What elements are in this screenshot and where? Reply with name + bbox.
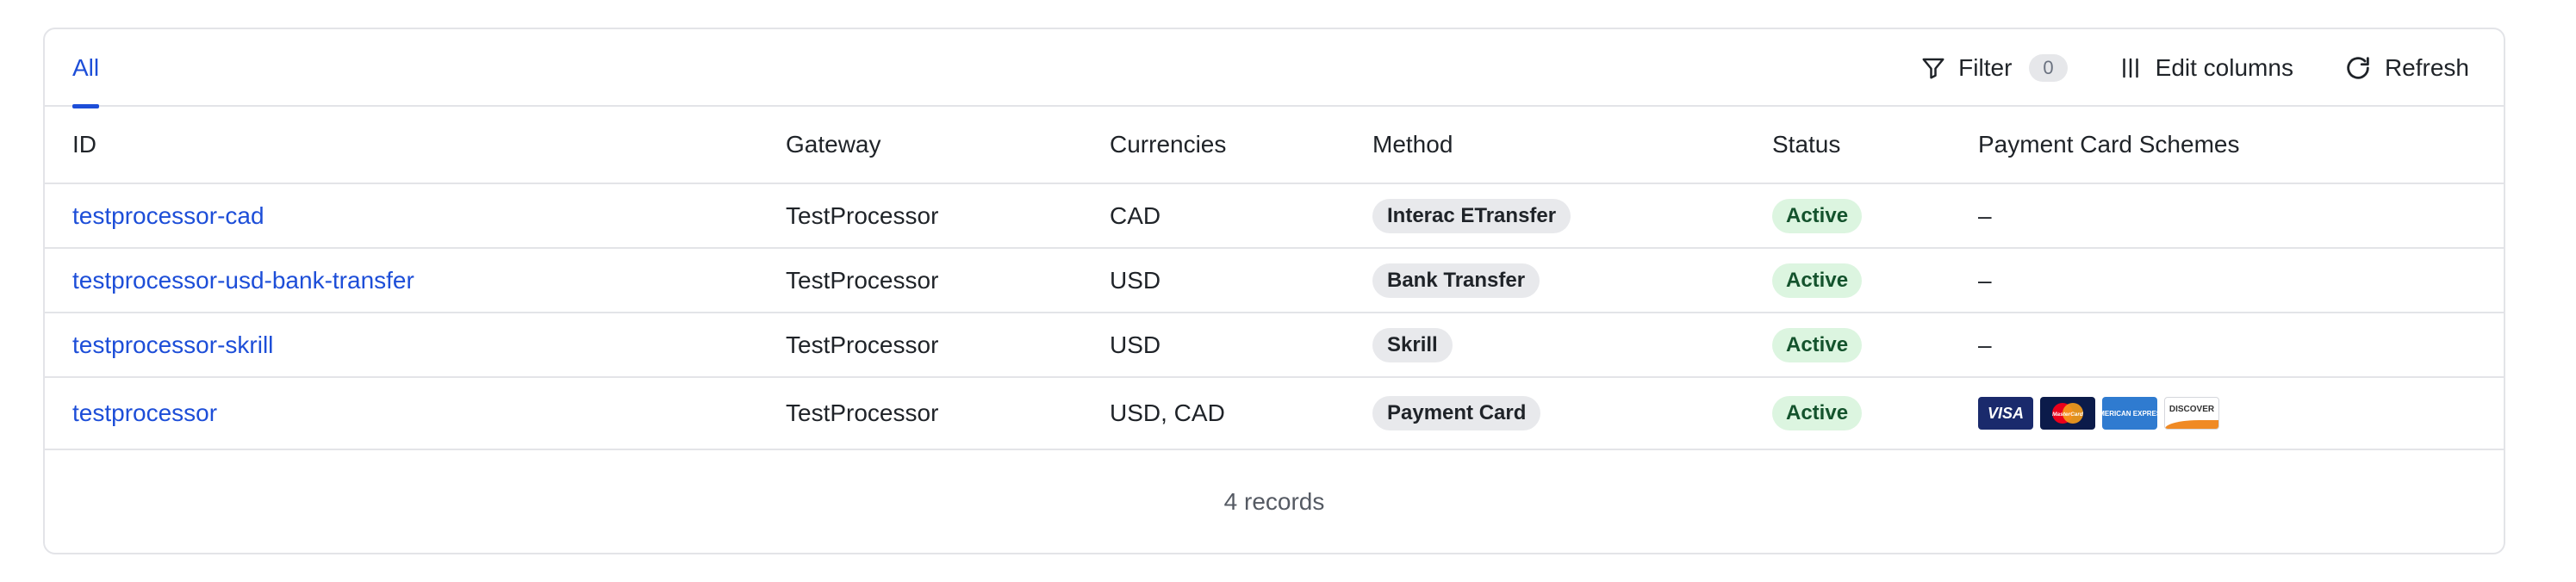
records-count: 4 records (1223, 488, 1325, 515)
column-header-card-schemes[interactable]: Payment Card Schemes (1978, 107, 2239, 183)
card-schemes-cell: – (1978, 266, 1992, 294)
amex-logo-icon: AMERICAN EXPRESS (2102, 397, 2157, 430)
processor-id-link[interactable]: testprocessor-skrill (72, 331, 273, 359)
method-pill: Interac ETransfer (1372, 198, 1571, 233)
refresh-icon (2343, 53, 2373, 83)
refresh-button[interactable]: Refresh (2343, 53, 2469, 83)
visa-logo-text: VISA (1987, 404, 2024, 422)
status-badge: Active (1772, 263, 1863, 298)
tab-all[interactable]: All (72, 29, 100, 108)
refresh-label: Refresh (2384, 54, 2469, 81)
toolbar: All Filter 0 Edit columns Refresh (45, 29, 2504, 108)
status-badge: Active (1772, 396, 1863, 430)
processors-table: ID Gateway Currencies Method Status Paym… (45, 107, 2504, 450)
processor-id-link[interactable]: testprocessor-usd-bank-transfer (72, 267, 414, 294)
table-row[interactable]: testprocessor-skrill TestProcessor USD S… (45, 313, 2504, 378)
processor-id-link[interactable]: testprocessor-cad (72, 202, 264, 230)
gateway-cell: TestProcessor (786, 399, 939, 426)
filter-label: Filter (1958, 54, 2013, 81)
method-pill: Bank Transfer (1372, 263, 1540, 298)
processor-id-link[interactable]: testprocessor (72, 399, 217, 427)
method-pill: Payment Card (1372, 396, 1541, 430)
mastercard-logo-text: MasterCard (2052, 412, 2084, 418)
gateway-cell: TestProcessor (786, 201, 939, 229)
currencies-cell: USD (1110, 331, 1161, 358)
column-header-currencies[interactable]: Currencies (1110, 107, 1226, 183)
discover-logo-text: DISCOVER (2168, 404, 2215, 414)
table-row[interactable]: testprocessor TestProcessor USD, CAD Pay… (45, 378, 2504, 450)
edit-columns-button[interactable]: Edit columns (2118, 54, 2293, 82)
column-header-gateway[interactable]: Gateway (786, 107, 881, 183)
currencies-cell: USD, CAD (1110, 399, 1225, 426)
table-footer: 4 records (45, 451, 2504, 553)
column-header-status[interactable]: Status (1772, 107, 1840, 183)
payment-processors-panel: All Filter 0 Edit columns Refresh ID Gat… (43, 28, 2505, 554)
status-badge: Active (1772, 327, 1863, 362)
table-header-row: ID Gateway Currencies Method Status Paym… (45, 107, 2504, 184)
method-pill: Skrill (1372, 327, 1453, 362)
card-schemes-cell: VISA MasterCard AMERICAN EXPRESS DISCOVE (1978, 378, 2219, 449)
currencies-cell: CAD (1110, 201, 1161, 229)
discover-logo-icon: DISCOVER (2164, 397, 2219, 430)
card-scheme-logos: VISA MasterCard AMERICAN EXPRESS DISCOVE (1978, 397, 2219, 430)
filter-count-badge: 0 (2029, 54, 2068, 82)
table-row[interactable]: testprocessor-usd-bank-transfer TestProc… (45, 249, 2504, 313)
card-schemes-cell: – (1978, 201, 1992, 229)
mastercard-logo-icon: MasterCard (2040, 397, 2095, 430)
filter-button[interactable]: Filter 0 (1920, 54, 2068, 82)
edit-columns-label: Edit columns (2155, 54, 2293, 81)
tab-all-label: All (72, 54, 100, 81)
table-row[interactable]: testprocessor-cad TestProcessor CAD Inte… (45, 184, 2504, 249)
filter-icon (1920, 55, 1946, 81)
columns-icon (2118, 55, 2144, 81)
amex-logo-text: AMERICAN EXPRESS (2102, 409, 2157, 418)
discover-swoosh (2165, 420, 2218, 429)
toolbar-actions: Filter 0 Edit columns Refresh (1920, 29, 2469, 107)
card-schemes-cell: – (1978, 331, 1992, 358)
column-header-method[interactable]: Method (1372, 107, 1453, 183)
currencies-cell: USD (1110, 266, 1161, 294)
visa-logo-icon: VISA (1978, 397, 2033, 430)
column-header-id[interactable]: ID (72, 107, 96, 183)
status-badge: Active (1772, 198, 1863, 233)
gateway-cell: TestProcessor (786, 266, 939, 294)
gateway-cell: TestProcessor (786, 331, 939, 358)
